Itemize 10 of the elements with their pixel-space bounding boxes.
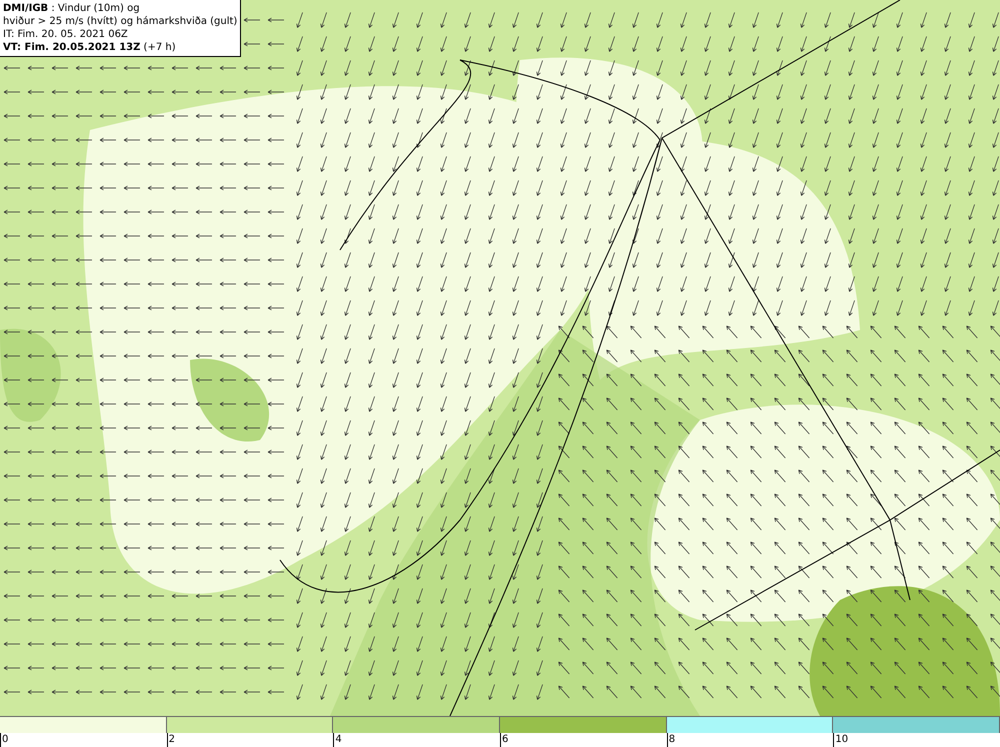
legend-tick-label: 6 — [500, 733, 508, 747]
legend-tick-label: 10 — [833, 733, 848, 747]
info-text: hviður > 25 m/s (hvítt) og hámarkshviða (gult) — [3, 15, 238, 28]
legend-tick-label: 2 — [166, 733, 176, 747]
info-text: DMI/IGB : Vindur (10m) og — [3, 2, 141, 15]
info-text: IT: Fim. 20. 05. 2021 06Z — [3, 28, 129, 41]
legend-tick-label: 4 — [333, 733, 342, 747]
legend-tick-label: 8 — [666, 733, 676, 747]
legend-tick-label: 0 — [0, 733, 8, 747]
info-text: VT: Fim. 20.05.2021 13Z (+7 h) — [3, 41, 177, 54]
